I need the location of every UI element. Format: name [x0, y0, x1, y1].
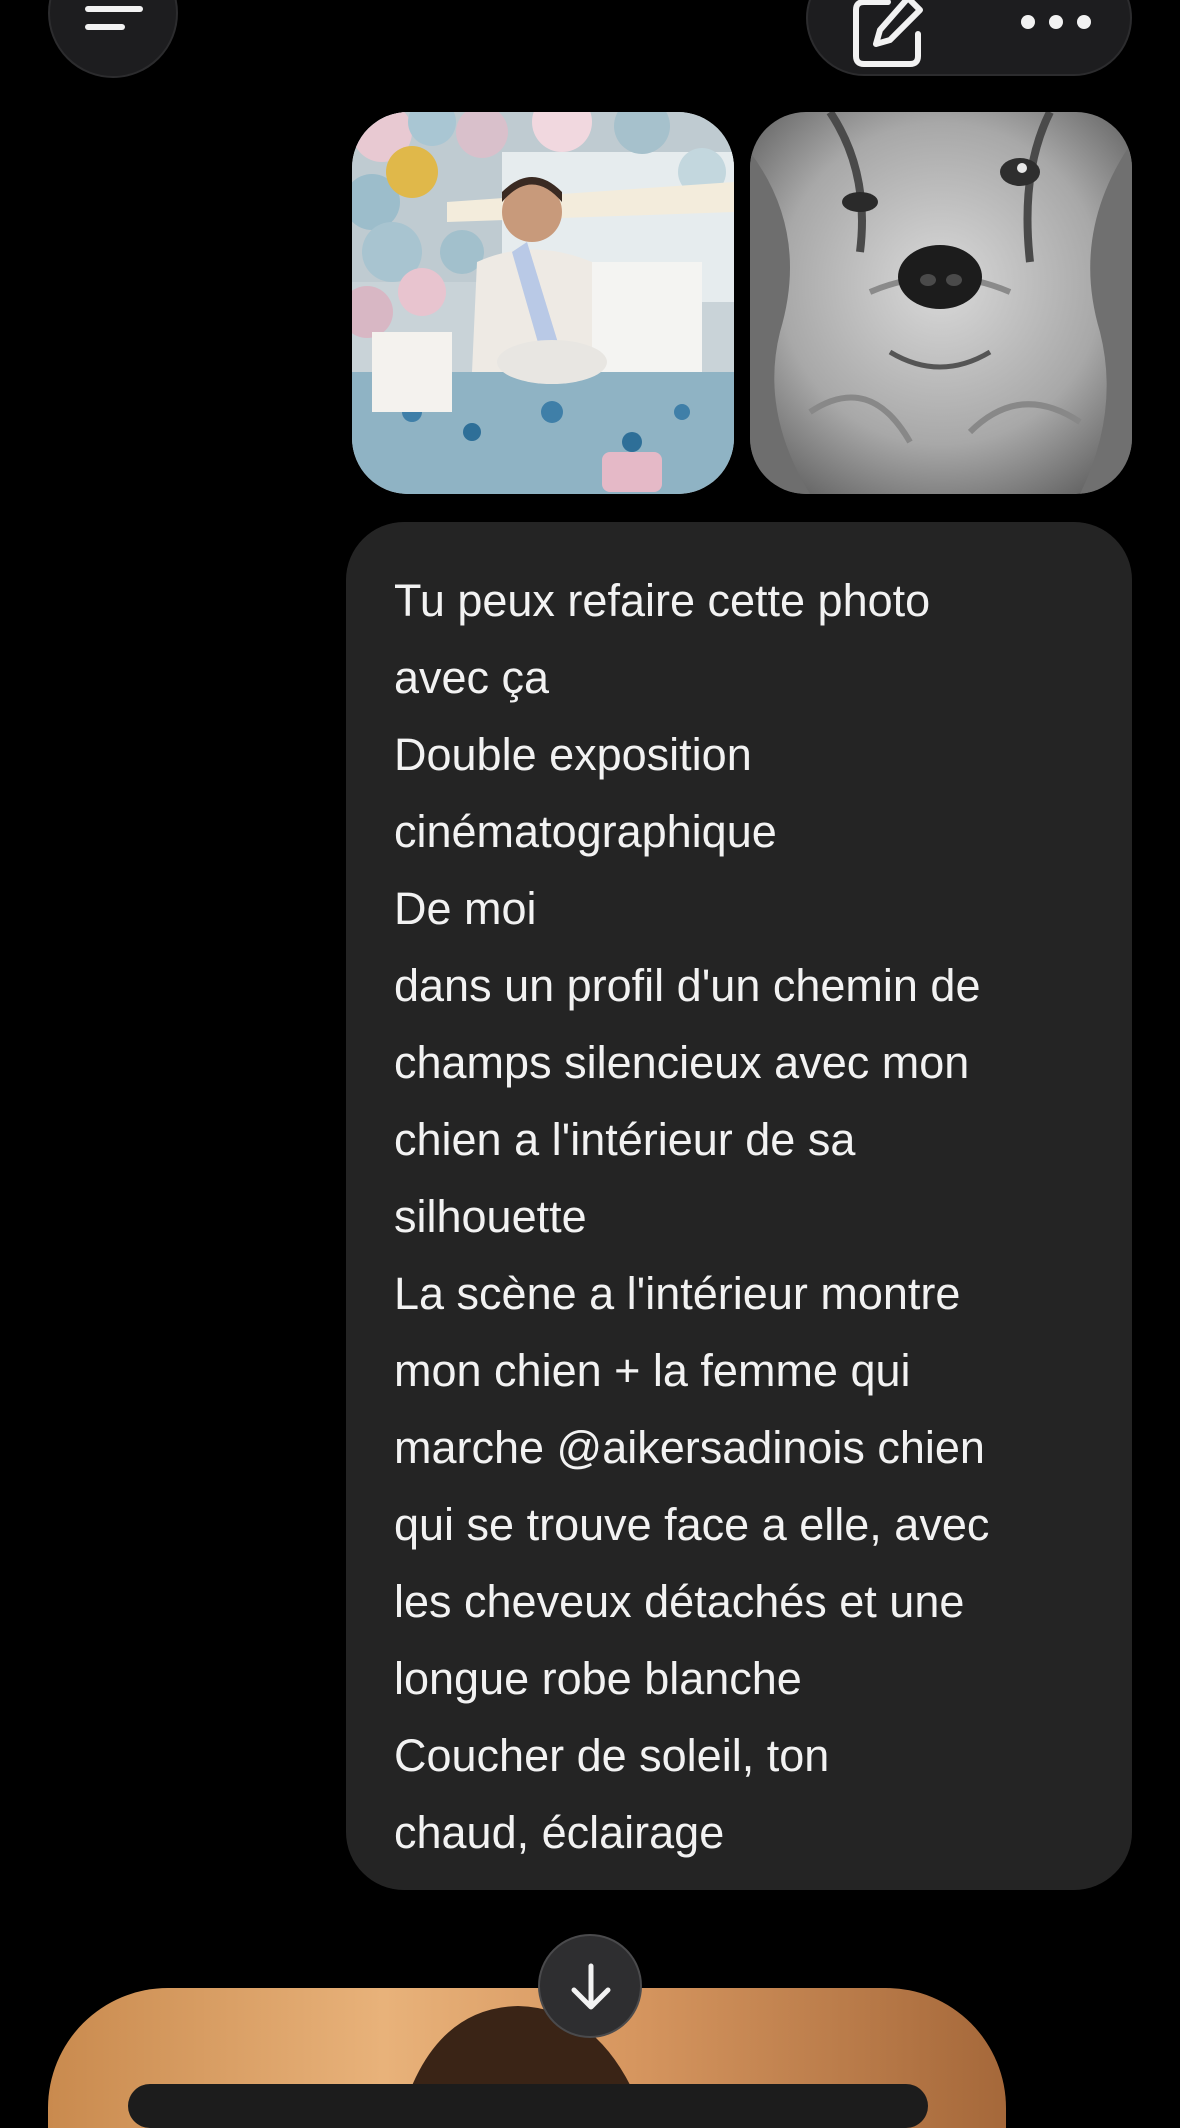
- message-line: mon chien + la femme qui: [394, 1345, 911, 1396]
- message-line: Double exposition: [394, 729, 752, 780]
- message-line: les cheveux détachés et une: [394, 1576, 965, 1627]
- message-line: qui se trouve face a elle, avec: [394, 1499, 990, 1550]
- message-line: De moi: [394, 883, 537, 934]
- message-line: avec ça: [394, 652, 550, 703]
- user-message-bubble: Tu peux refaire cette photo avec ça Doub…: [346, 522, 1132, 1890]
- generated-image-preview[interactable]: [48, 1988, 1006, 2128]
- party-photo-thumbnail[interactable]: [352, 112, 734, 494]
- message-line: La scène a l'intérieur montre: [394, 1268, 961, 1319]
- message-line: silhouette: [394, 1191, 587, 1242]
- scroll-to-bottom-button[interactable]: [538, 1934, 642, 2038]
- more-dots-icon[interactable]: [1016, 12, 1096, 32]
- hamburger-menu-icon: [85, 6, 143, 12]
- new-chat-pencil-icon[interactable]: [850, 0, 926, 72]
- arrow-down-icon: [571, 1963, 611, 2010]
- header-actions: [806, 0, 1132, 76]
- message-line: marche @aikersadinois chien: [394, 1422, 985, 1473]
- message-line: chien a l'intérieur de sa: [394, 1114, 856, 1165]
- message-line: Tu peux refaire cette photo: [394, 575, 931, 626]
- message-line: longue robe blanche: [394, 1653, 802, 1704]
- menu-button[interactable]: [48, 0, 178, 78]
- message-line: dans un profil d'un chemin de: [394, 960, 981, 1011]
- dog-photo-thumbnail[interactable]: [750, 112, 1132, 494]
- message-line: cinématographique: [394, 806, 777, 857]
- message-line: chaud, éclairage: [394, 1807, 725, 1858]
- message-line: champs silencieux avec mon: [394, 1037, 970, 1088]
- message-line: Coucher de soleil, ton: [394, 1730, 830, 1781]
